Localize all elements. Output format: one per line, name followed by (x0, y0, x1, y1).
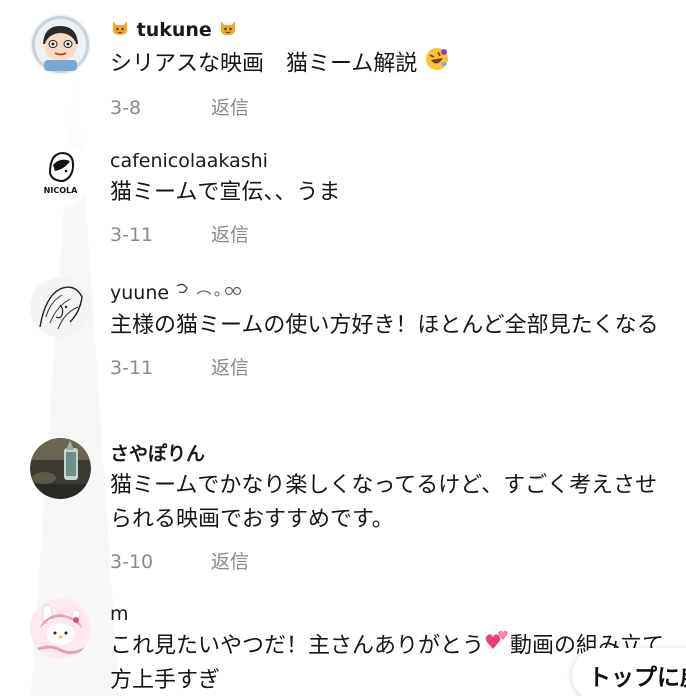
sparkle-doodle-icon (175, 280, 261, 307)
comment-text: 猫ミームでかなり楽しくなってるけど、すごく考えさせられる映画でおすすめです。 (110, 473, 658, 532)
svg-text:NICOLA: NICOLA (44, 186, 78, 195)
comment-date: 3-10 (110, 551, 154, 573)
comment-date: 3-11 (110, 357, 154, 379)
username-text: tukune (136, 19, 212, 41)
username[interactable]: yuune (110, 280, 676, 307)
comment-text: 主様の猫ミームの使い方好き！ほとんど全部見たくなる (110, 313, 659, 338)
cat-face-icon (218, 17, 238, 44)
username[interactable]: cafenicolaakashi (110, 148, 676, 174)
comment-text-content: これ見たいやつだ！主さんありがとう (110, 633, 485, 659)
comment-meta: 3-8 返信 (110, 95, 676, 121)
avatar[interactable] (30, 438, 91, 499)
cat-face-icon (110, 17, 130, 44)
comment-meta: 3-10 返信 (110, 549, 676, 575)
reply-button[interactable]: 返信 (211, 549, 249, 575)
avatar[interactable] (30, 277, 91, 338)
comment-meta: 3-11 返信 (110, 355, 676, 381)
avatar[interactable]: NICOLA (30, 145, 91, 206)
comment-text: 猫ミームで宣伝、、うま (110, 180, 341, 205)
comment-text-content: シリアスな映画 猫ミーム解説 (110, 51, 418, 77)
back-to-top-button[interactable]: トップに戻る (572, 648, 686, 696)
avatar[interactable] (30, 14, 91, 75)
reply-button[interactable]: 返信 (211, 355, 249, 381)
two-hearts-icon (484, 629, 510, 664)
avatar[interactable] (30, 598, 91, 659)
comment-date: 3-11 (110, 224, 154, 246)
rolling-laughing-icon (424, 46, 450, 83)
username[interactable]: m (110, 601, 676, 627)
comment-text: シリアスな映画 猫ミーム解説 (110, 46, 676, 83)
username[interactable]: tukune (110, 17, 676, 44)
reply-button[interactable]: 返信 (211, 95, 249, 121)
username[interactable]: さやぽりん (110, 441, 676, 467)
comments-panel: tukune シリアスな映画 猫ミーム解説 3-8 返信 NICOLA cafe… (0, 0, 686, 696)
username-text: yuune (110, 282, 170, 304)
reply-button[interactable]: 返信 (211, 222, 249, 248)
comment-meta: 3-11 返信 (110, 222, 676, 248)
comment-date: 3-8 (110, 97, 142, 119)
